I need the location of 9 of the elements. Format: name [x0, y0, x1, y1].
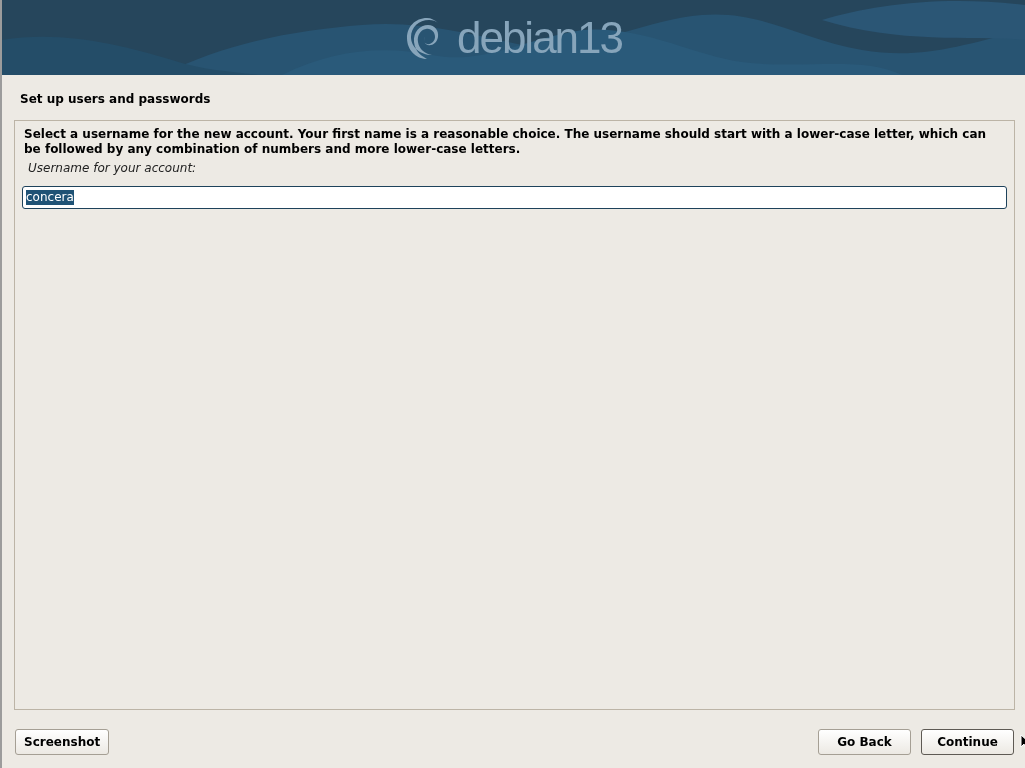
logo-text: debian13 [456, 15, 623, 60]
username-input[interactable]: concera [22, 186, 1007, 209]
input-value: concera [26, 190, 74, 205]
dialog-button[interactable]: Go Back [818, 729, 911, 755]
dialog-button[interactable]: Screenshot [15, 729, 110, 755]
dialog-button[interactable]: Continue [921, 729, 1014, 755]
page-title: Set up users and passwords [20, 92, 211, 107]
field-label: Username for your account: [28, 161, 197, 176]
instruction-text: Select a username for the new account. Your first name is a reasonable choice. The username should start with a lower-case letter, which can be followed by any combination of numbers and more lower-case letters. [24, 127, 988, 157]
